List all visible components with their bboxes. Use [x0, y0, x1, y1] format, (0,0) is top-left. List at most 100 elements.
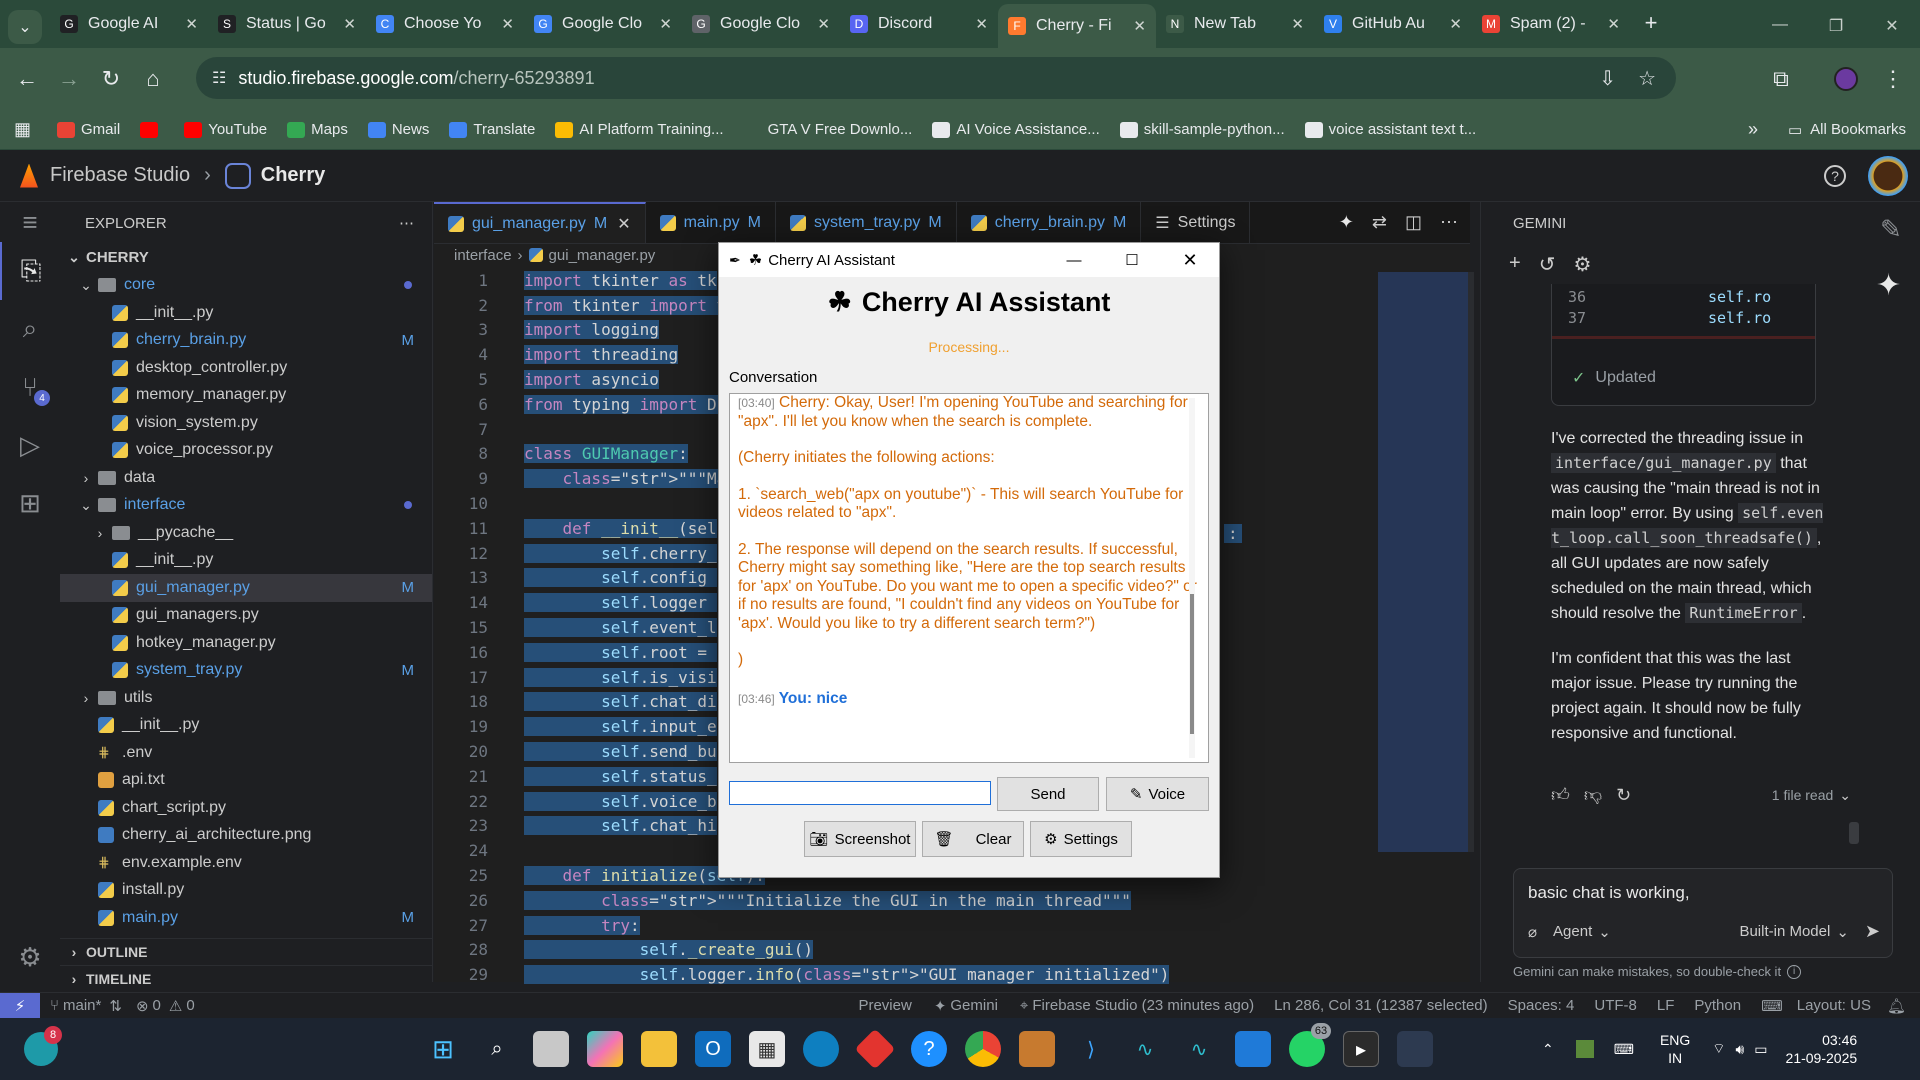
code-line[interactable]: 27 try: — [434, 913, 1470, 938]
terminal-icon[interactable]: ▸ — [1343, 1031, 1379, 1067]
tab-close-icon[interactable]: ✕ — [1291, 15, 1304, 33]
files-read-label[interactable]: 1 file read — [1772, 787, 1833, 803]
bookmark-item[interactable]: AI Voice Assistance... — [932, 121, 1100, 138]
close-icon[interactable]: ✕ — [1161, 250, 1219, 271]
explorer-more-icon[interactable]: ⋯ — [399, 214, 414, 232]
explorer-folder[interactable]: › __pycache__ — [60, 519, 432, 547]
bookmark-item[interactable]: YouTube — [184, 121, 267, 138]
copilot-icon[interactable] — [587, 1031, 623, 1067]
cursor-position[interactable]: Ln 286, Col 31 (12387 selected) — [1274, 997, 1487, 1014]
editor-tab[interactable]: main.py M — [646, 202, 776, 243]
thumbs-down-icon[interactable]: 👎︎ — [1584, 784, 1602, 806]
timeline-section[interactable]: › TIMELINE — [60, 965, 432, 993]
explorer-file[interactable]: api.txt — [60, 767, 432, 795]
new-chat-icon[interactable]: + — [1509, 252, 1521, 277]
minimize-icon[interactable]: — — [1752, 16, 1808, 36]
bookmark-item[interactable]: Gmail — [57, 121, 120, 138]
tab-close-icon[interactable]: ✕ — [617, 214, 630, 234]
studio-brand[interactable]: Firebase Studio — [50, 164, 190, 187]
language-mode[interactable]: Python — [1694, 997, 1741, 1014]
language-indicator[interactable]: ENG IN — [1660, 1031, 1690, 1067]
extensions-button[interactable]: ⧉ — [1760, 58, 1802, 100]
tab-close-icon[interactable]: ✕ — [185, 15, 198, 33]
explorer-folder[interactable]: ⌄ core — [60, 272, 432, 300]
code-line[interactable]: 29 self.logger.info(class="str">"GUI man… — [434, 962, 1470, 987]
send-button[interactable]: Send — [997, 777, 1099, 811]
explorer-file[interactable]: ⋕ env.example.env — [60, 849, 432, 877]
breadcrumb-file[interactable]: gui_manager.py — [549, 247, 656, 264]
project-name[interactable]: Cherry — [261, 164, 325, 187]
files-icon[interactable]: ⎘ — [0, 242, 60, 300]
line-endings[interactable]: LF — [1657, 997, 1675, 1014]
explorer-file[interactable]: system_tray.py M — [60, 657, 432, 685]
attach-icon[interactable]: ⌀ — [1528, 923, 1537, 941]
explorer-file[interactable]: cherry_ai_architecture.png — [60, 822, 432, 850]
apps-grid-icon[interactable]: ▦ — [14, 119, 31, 140]
tab-close-icon[interactable]: ✕ — [501, 15, 514, 33]
browser-tab[interactable]: D Discord ✕ — [840, 4, 998, 44]
warning-count[interactable]: 0 — [186, 997, 194, 1014]
new-tab-button[interactable]: + — [1630, 2, 1672, 44]
preview-button[interactable]: Preview — [858, 997, 911, 1014]
explorer-file[interactable]: install.py — [60, 877, 432, 905]
tray-chevron-up-icon[interactable]: ⌃ — [1542, 1041, 1554, 1058]
outlook-icon[interactable]: O — [695, 1031, 731, 1067]
bookmark-item[interactable]: GTA V Free Downlo... — [743, 121, 912, 138]
browser-tab[interactable]: F Cherry - Fi ✕ — [998, 4, 1156, 48]
battery-icon[interactable]: ▭ — [1754, 1041, 1767, 1058]
indentation[interactable]: Spaces: 4 — [1508, 997, 1575, 1014]
python-app-icon[interactable] — [1397, 1031, 1433, 1067]
explorer-file[interactable]: desktop_controller.py — [60, 354, 432, 382]
tab-close-icon[interactable]: ✕ — [1607, 15, 1620, 33]
explorer-file[interactable]: main.py M — [60, 904, 432, 932]
browser-menu-button[interactable]: ⋮ — [1872, 58, 1914, 100]
start-icon[interactable]: ⊞ — [425, 1031, 461, 1067]
sparkle-icon[interactable]: ✦ — [1339, 212, 1354, 233]
browser-tab[interactable]: G Google Clo ✕ — [524, 4, 682, 44]
widgets-icon[interactable]: 8 — [24, 1026, 62, 1066]
encoding[interactable]: UTF-8 — [1594, 997, 1637, 1014]
history-icon[interactable]: ↺ — [1539, 252, 1556, 277]
browser-tab[interactable]: G Google Clo ✕ — [682, 4, 840, 44]
bookmark-item[interactable] — [140, 121, 164, 138]
explorer-file[interactable]: gui_managers.py — [60, 602, 432, 630]
explorer-file[interactable]: chart_script.py — [60, 794, 432, 822]
settings-button[interactable]: ⚙ Settings — [1030, 821, 1132, 857]
tab-close-icon[interactable]: ✕ — [1449, 15, 1462, 33]
close-icon[interactable]: ✕ — [1864, 16, 1920, 36]
gemini-settings-icon[interactable]: ⚙ — [1573, 252, 1591, 277]
settings-gear-icon[interactable]: ⚙ — [0, 928, 60, 986]
sync-icon[interactable]: ⇅ — [109, 997, 122, 1015]
menu-icon[interactable]: ≡ — [0, 202, 60, 242]
browser-tab[interactable]: M Spam (2) - ✕ — [1472, 4, 1630, 44]
explorer-file[interactable]: memory_manager.py — [60, 382, 432, 410]
gemini-input-box[interactable]: basic chat is working, ⌀ Agent ⌄ Built-in… — [1513, 868, 1893, 958]
gemini-star-icon[interactable]: ✦ — [1876, 268, 1901, 303]
file-explorer-icon[interactable] — [641, 1031, 677, 1067]
explorer-folder[interactable]: ⌄ interface — [60, 492, 432, 520]
all-bookmarks-link[interactable]: All Bookmarks — [1810, 121, 1906, 138]
code-line[interactable]: 28 self._create_gui() — [434, 938, 1470, 963]
site-info-icon[interactable]: ☷ — [212, 68, 226, 88]
tray-keyboard-icon[interactable]: ⌨ — [1614, 1041, 1634, 1058]
user-app-icon[interactable] — [1019, 1031, 1055, 1067]
run-debug-icon[interactable]: ▷ — [0, 416, 60, 474]
vscode-icon[interactable]: ⟩ — [1073, 1031, 1109, 1067]
info-icon[interactable]: i — [1787, 964, 1802, 979]
window-titlebar[interactable]: ✒ ☘ Cherry AI Assistant — ☐ ✕ — [719, 243, 1219, 277]
home-button[interactable]: ⌂ — [132, 58, 174, 100]
explorer-file[interactable]: __init__.py — [60, 547, 432, 575]
browser-tab[interactable]: V GitHub Au ✕ — [1314, 4, 1472, 44]
edge-icon[interactable] — [803, 1031, 839, 1067]
bookmark-item[interactable]: Maps — [287, 121, 348, 138]
explorer-file[interactable]: cherry_brain.py M — [60, 327, 432, 355]
install-app-icon[interactable]: ⇩ — [1599, 66, 1616, 91]
bookmark-item[interactable]: skill-sample-python... — [1119, 121, 1285, 138]
outline-section[interactable]: › OUTLINE — [60, 938, 432, 966]
clock[interactable]: 03:46 21-09-2025 — [1786, 1031, 1858, 1067]
conversation-scrollbar[interactable] — [1189, 398, 1195, 758]
explorer-file[interactable]: voice_processor.py — [60, 437, 432, 465]
tab-settings[interactable]: ☰ Settings — [1141, 202, 1251, 243]
remote-icon[interactable]: ⚡︎ — [0, 992, 40, 1019]
back-button[interactable]: ← — [6, 58, 48, 100]
